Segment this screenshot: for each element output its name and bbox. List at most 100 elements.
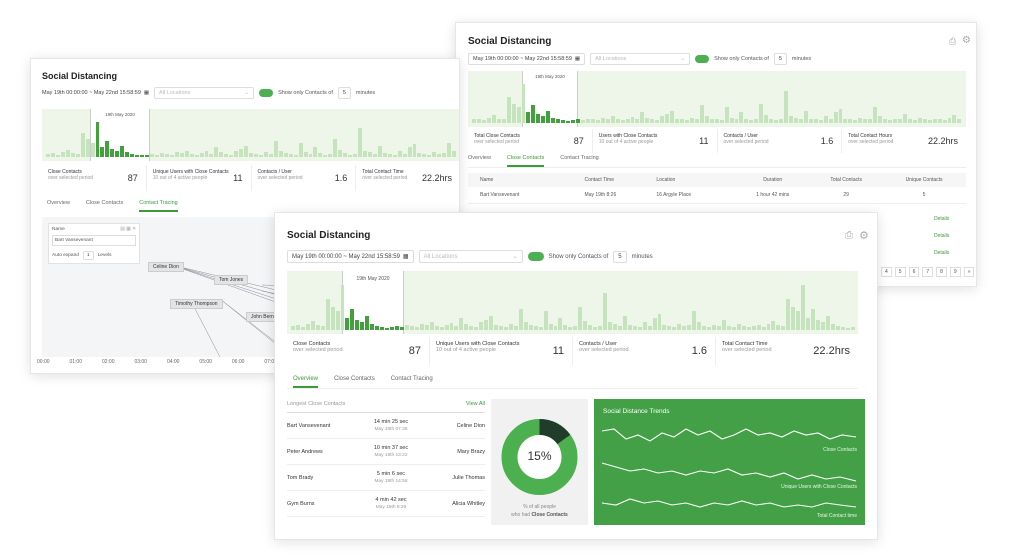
activity-chart[interactable]: 19th May 2020 bbox=[468, 71, 966, 127]
list-item[interactable]: Bart Vansevenant 14 min 25 sec May 19th 07… bbox=[287, 413, 485, 439]
contacts-toggle[interactable] bbox=[695, 55, 710, 63]
chart-bar bbox=[769, 118, 774, 123]
minutes-label: minutes bbox=[791, 56, 812, 62]
tab-contact-tracing[interactable]: Contact Tracing bbox=[560, 155, 599, 167]
chart-bar bbox=[947, 117, 952, 123]
date-range-picker[interactable]: May 19th 00:00:00 ~ May 22nd 15:58:59 ▦ bbox=[287, 250, 414, 263]
chart-bar bbox=[764, 115, 769, 123]
chart-bar bbox=[590, 119, 595, 123]
chart-bar bbox=[224, 153, 229, 157]
tab-close-contacts[interactable]: Close Contacts bbox=[86, 200, 123, 212]
chart-bar bbox=[518, 309, 523, 330]
chart-bar bbox=[749, 120, 754, 123]
chart-bar bbox=[199, 153, 204, 157]
distance-stepper[interactable]: 5 bbox=[337, 87, 351, 99]
chart-bar bbox=[330, 307, 335, 330]
tab-close-contacts[interactable]: Close Contacts bbox=[334, 376, 375, 388]
col-name[interactable]: Name bbox=[468, 173, 585, 187]
chart-bar bbox=[444, 324, 449, 330]
print-icon[interactable]: ⎙ bbox=[845, 230, 853, 241]
contact-person-b: Mary Brazy bbox=[457, 448, 485, 455]
location-select[interactable]: All Locations ⌄ bbox=[418, 250, 523, 263]
chart-bar bbox=[746, 326, 751, 330]
chart-bar bbox=[759, 103, 764, 123]
row-time: May 19th 8:26 bbox=[584, 191, 617, 198]
gear-icon[interactable]: ⚙ bbox=[962, 35, 971, 46]
page-button[interactable]: » bbox=[963, 267, 975, 277]
list-item[interactable]: Tom Brady 5 min 6 sec May 19th 14:56 Julie … bbox=[287, 465, 485, 491]
chart-bar bbox=[263, 152, 268, 157]
tab-contact-tracing[interactable]: Contact Tracing bbox=[139, 200, 178, 212]
node-celine[interactable]: Celine Dion bbox=[148, 262, 184, 272]
details-link[interactable]: Details bbox=[934, 228, 949, 245]
location-select[interactable]: All Locations ⌄ bbox=[154, 87, 255, 99]
col-unique[interactable]: Unique Contacts bbox=[882, 173, 966, 187]
col-total[interactable]: Total Contacts bbox=[810, 173, 882, 187]
details-link[interactable]: Details bbox=[934, 211, 949, 228]
tab-overview[interactable]: Overview bbox=[293, 376, 319, 388]
chart-bar bbox=[204, 151, 209, 157]
chart-bar bbox=[258, 154, 263, 157]
toggle-label: Show only Contacts of bbox=[548, 253, 609, 260]
duration-text: 4 min 42 sec bbox=[375, 496, 407, 503]
tab-close-contacts[interactable]: Close Contacts bbox=[506, 155, 545, 167]
chart-bar bbox=[414, 326, 419, 330]
col-location[interactable]: Location bbox=[656, 173, 735, 187]
view-all-link[interactable]: View All bbox=[466, 401, 485, 407]
time-tick: 02:00 bbox=[101, 359, 115, 365]
details-link[interactable]: Details bbox=[934, 245, 949, 262]
chart-bar bbox=[184, 150, 189, 157]
chart-bar bbox=[486, 117, 491, 123]
contact-person-b: Alicia Whitley bbox=[452, 500, 485, 507]
chart-bar bbox=[637, 326, 642, 330]
time-tick: 00:00 bbox=[37, 359, 50, 365]
col-time[interactable]: Contact Time bbox=[585, 173, 657, 187]
chart-bar bbox=[348, 154, 353, 157]
chart-bar bbox=[310, 320, 315, 330]
activity-chart[interactable]: 19th May 2020 bbox=[287, 271, 858, 334]
chart-bar bbox=[254, 153, 258, 157]
distance-value: 5 bbox=[342, 90, 346, 96]
contacts-toggle[interactable] bbox=[259, 89, 274, 97]
gear-icon[interactable]: ⚙ bbox=[859, 229, 869, 242]
distance-stepper[interactable]: 5 bbox=[773, 53, 787, 65]
tab-contact-tracing[interactable]: Contact Tracing bbox=[391, 376, 433, 388]
stats-row: Close Contacts over selected period 87 Uniq… bbox=[287, 337, 858, 365]
page-button[interactable]: 6 bbox=[908, 267, 920, 277]
node-timothy[interactable]: Timothy Thompson bbox=[170, 299, 223, 309]
print-icon[interactable]: ⎙ bbox=[949, 36, 956, 47]
page-button[interactable]: 7 bbox=[922, 267, 934, 277]
date-range-picker[interactable]: May 19th 00:00:00 ~ May 22nd 15:58:59 ▦ bbox=[42, 90, 150, 96]
chart-bar bbox=[447, 142, 452, 157]
chart-bar bbox=[533, 325, 538, 330]
distance-stepper[interactable]: 5 bbox=[613, 250, 627, 263]
activity-chart[interactable]: 19th May 2020 bbox=[42, 109, 459, 161]
page-button[interactable]: 8 bbox=[936, 267, 947, 277]
chart-bar bbox=[952, 115, 957, 123]
page-button[interactable]: 5 bbox=[894, 267, 906, 277]
stat-value: 87 bbox=[127, 173, 138, 183]
chart-bar bbox=[422, 153, 427, 157]
node-tom[interactable]: Tom Jones bbox=[214, 275, 249, 285]
duration-date: May 15th 8:26 bbox=[375, 504, 407, 510]
page-button[interactable]: 9 bbox=[949, 267, 961, 277]
list-item[interactable]: Peter Andrews 10 min 37 sec May 19th 13:22… bbox=[287, 439, 485, 465]
page-button[interactable]: 4 bbox=[881, 267, 892, 277]
col-duration[interactable]: Duration bbox=[735, 173, 810, 187]
chart-bar bbox=[731, 326, 736, 330]
list-item[interactable]: Gym Burns 4 min 42 sec May 15th 8:26 Alicia… bbox=[287, 491, 485, 517]
tab-overview[interactable]: Overview bbox=[468, 155, 491, 167]
time-tick: 01:00 bbox=[69, 359, 82, 365]
contacts-toggle[interactable] bbox=[527, 252, 544, 261]
date-range-picker[interactable]: May 19th 00:00:00 ~ May 22nd 15:58:59 ▦ bbox=[468, 53, 586, 65]
chart-bar bbox=[741, 325, 746, 330]
stat-sub: 10 out of 4 active people bbox=[152, 175, 208, 181]
chart-bar bbox=[858, 117, 863, 123]
chart-bar bbox=[454, 325, 459, 330]
chart-bar bbox=[476, 118, 481, 123]
chart-bar bbox=[523, 321, 528, 330]
tab-overview[interactable]: Overview bbox=[47, 200, 70, 212]
donut-caption-line1: % of all people bbox=[523, 504, 556, 510]
location-select[interactable]: All Locations ⌄ bbox=[590, 53, 691, 65]
table-row[interactable]: Bart Vansevenant May 19th 8:26 16 Argyle… bbox=[468, 187, 966, 203]
